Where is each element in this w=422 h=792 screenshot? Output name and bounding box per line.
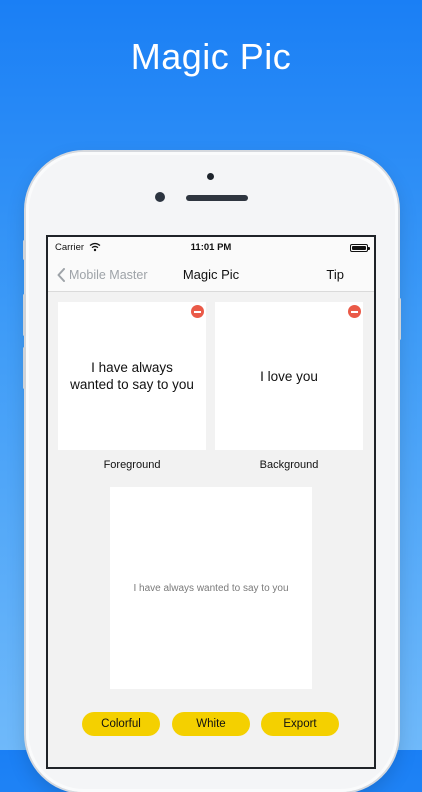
background-card[interactable]: I love you: [215, 302, 363, 450]
foreground-label: Foreground: [103, 459, 161, 471]
battery-icon: [350, 244, 370, 252]
foreground-card[interactable]: I have always wanted to say to you: [58, 302, 206, 450]
foreground-text: I have always wanted to say to you: [70, 360, 194, 392]
magic-preview: I have always wanted to say to you: [110, 487, 312, 689]
remove-background-icon[interactable]: [348, 305, 361, 318]
headline: Magic Pic: [130, 36, 292, 77]
remove-foreground-icon[interactable]: [191, 305, 204, 318]
phone-side-button: [23, 240, 26, 260]
phone-side-button: [23, 294, 26, 336]
phone-side-button: [398, 298, 401, 340]
white-button[interactable]: White: [172, 712, 250, 736]
colorful-button[interactable]: Colorful: [82, 712, 160, 736]
earpiece-speaker: [186, 195, 248, 201]
status-time: 11:01 PM: [190, 242, 232, 253]
status-bar: Carrier 11:01 PM: [48, 237, 374, 259]
nav-title: Magic Pic: [182, 267, 240, 282]
proximity-sensor: [207, 173, 214, 180]
nav-bar: Mobile Master Magic Pic Tip: [48, 259, 374, 292]
export-button[interactable]: Export: [261, 712, 339, 736]
front-camera: [155, 192, 165, 202]
background-label: Background: [259, 459, 319, 471]
tip-button[interactable]: Tip: [326, 267, 344, 282]
phone-side-button: [23, 347, 26, 389]
phone-screen: Carrier 11:01 PM Mobile Master Magic Pic…: [48, 237, 374, 767]
background-text: I love you: [260, 368, 318, 384]
preview-text: I have always wanted to say to you: [133, 582, 289, 594]
